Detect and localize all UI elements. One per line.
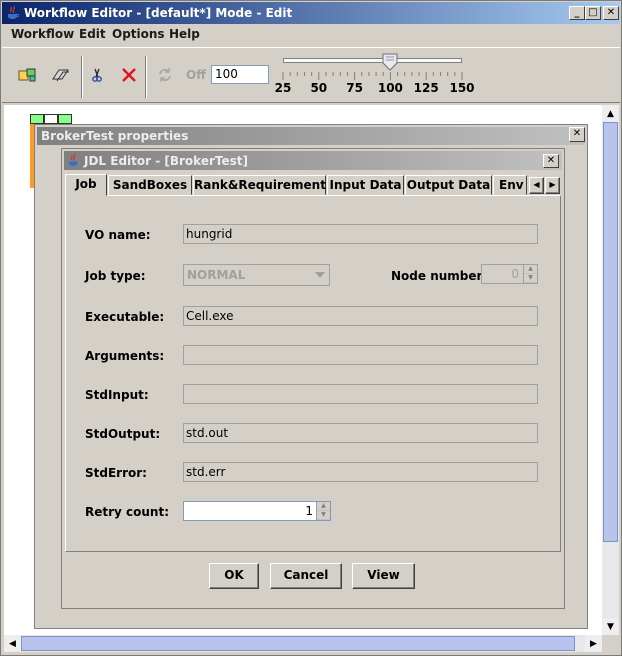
tab-scroll-right[interactable]: ▶ bbox=[545, 177, 560, 194]
slider-thumb[interactable] bbox=[382, 53, 398, 71]
close-button[interactable]: ✕ bbox=[603, 6, 619, 20]
job-type-label: Job type: bbox=[85, 269, 146, 283]
slider-track bbox=[283, 58, 462, 63]
zoom-input[interactable]: 100 bbox=[211, 65, 269, 84]
horizontal-scroll-thumb[interactable] bbox=[21, 636, 575, 651]
delete-icon bbox=[122, 68, 136, 82]
slider-tick-label: 25 bbox=[274, 81, 292, 95]
arguments-field[interactable] bbox=[183, 345, 538, 365]
tab-input-data[interactable]: Input Data bbox=[327, 175, 404, 195]
scroll-down-button[interactable]: ▼ bbox=[602, 618, 619, 635]
vertical-scrollbar[interactable]: ▲ ▼ bbox=[602, 105, 619, 635]
stdoutput-label: StdOutput: bbox=[85, 427, 161, 441]
window-title: Workflow Editor - [default*] Mode - Edit bbox=[24, 6, 293, 20]
horizontal-scrollbar[interactable]: ◀ ▶ bbox=[4, 635, 602, 652]
job-type-value: NORMAL bbox=[187, 268, 246, 282]
node-port[interactable] bbox=[44, 114, 58, 124]
retry-count-label: Retry count: bbox=[85, 505, 170, 519]
chevron-down-icon bbox=[315, 272, 325, 278]
stdoutput-field[interactable]: std.out bbox=[183, 423, 538, 443]
vo-name-field[interactable]: hungrid bbox=[183, 224, 538, 244]
java-icon bbox=[8, 5, 19, 19]
node-number-label: Node number: bbox=[391, 269, 488, 283]
tab-sandboxes[interactable]: SandBoxes bbox=[108, 175, 192, 195]
node-number-value: 0 bbox=[511, 267, 519, 281]
new-port-button[interactable] bbox=[48, 62, 74, 88]
node-number-spinner[interactable]: ▲ ▼ bbox=[523, 265, 537, 283]
toolbar: Off 100 25 50 75 100 125 150 bbox=[2, 47, 620, 103]
stderror-label: StdError: bbox=[85, 466, 147, 480]
off-label: Off bbox=[186, 68, 206, 82]
retry-count-spinner[interactable]: ▲ ▼ bbox=[316, 502, 330, 520]
scroll-left-button[interactable]: ◀ bbox=[4, 635, 21, 652]
view-button[interactable]: View bbox=[352, 563, 415, 589]
slider-tick-label: 100 bbox=[377, 81, 403, 95]
vertical-scroll-thumb[interactable] bbox=[603, 122, 618, 542]
tab-output-data[interactable]: Output Data bbox=[405, 175, 492, 195]
tab-scroll-left[interactable]: ◀ bbox=[529, 177, 544, 194]
menu-edit[interactable]: Edit bbox=[79, 27, 106, 41]
new-node-icon bbox=[18, 68, 36, 82]
maximize-button[interactable]: □ bbox=[585, 6, 601, 20]
minimize-button[interactable]: _ bbox=[569, 6, 585, 20]
cancel-button[interactable]: Cancel bbox=[270, 563, 342, 589]
retry-count-value: 1 bbox=[305, 504, 313, 518]
job-type-select[interactable]: NORMAL bbox=[183, 264, 330, 286]
slider-tick-label: 50 bbox=[310, 81, 328, 95]
refresh-button[interactable] bbox=[152, 62, 178, 88]
main-window: Workflow Editor - [default*] Mode - Edit… bbox=[0, 0, 622, 656]
node-number-field[interactable]: 0 ▲ ▼ bbox=[481, 264, 538, 284]
scissors-icon bbox=[92, 68, 102, 82]
slider-tick-label: 150 bbox=[449, 81, 475, 95]
menu-options[interactable]: Options bbox=[112, 27, 165, 41]
scroll-up-button[interactable]: ▲ bbox=[602, 105, 619, 122]
stdinput-field[interactable] bbox=[183, 384, 538, 404]
new-node-button[interactable] bbox=[15, 62, 41, 88]
refresh-icon bbox=[159, 68, 171, 82]
scroll-corner bbox=[602, 635, 619, 652]
tab-job[interactable]: Job bbox=[65, 174, 107, 196]
slider-tick-label: 125 bbox=[413, 81, 439, 95]
arguments-label: Arguments: bbox=[85, 349, 165, 363]
properties-frame-title: BrokerTest properties bbox=[41, 129, 189, 143]
port-icon bbox=[52, 69, 69, 82]
job-tab-panel: VO name: hungrid Job type: NORMAL Node n… bbox=[65, 195, 561, 552]
executable-label: Executable: bbox=[85, 310, 165, 324]
properties-frame-title-bar: BrokerTest properties bbox=[37, 127, 585, 145]
title-bar: Workflow Editor - [default*] Mode - Edit… bbox=[2, 2, 620, 24]
jdl-editor-title-bar: JDL Editor - [BrokerTest] bbox=[64, 151, 562, 170]
jdl-editor-title: JDL Editor - [BrokerTest] bbox=[84, 154, 248, 168]
delete-button[interactable] bbox=[116, 62, 142, 88]
node-port[interactable] bbox=[30, 114, 44, 124]
ok-button[interactable]: OK bbox=[209, 563, 259, 589]
properties-close-button[interactable]: ✕ bbox=[569, 127, 585, 142]
retry-count-field[interactable]: 1 ▲ ▼ bbox=[183, 501, 331, 521]
stdinput-label: StdInput: bbox=[85, 388, 149, 402]
tab-rank-requirement[interactable]: Rank&Requirement bbox=[193, 175, 326, 195]
cut-button[interactable] bbox=[84, 62, 110, 88]
menu-workflow[interactable]: Workflow bbox=[11, 27, 74, 41]
vo-name-label: VO name: bbox=[85, 228, 151, 242]
menu-bar: Workflow Edit Options Help bbox=[2, 24, 620, 45]
jdl-editor-dialog: JDL Editor - [BrokerTest] ✕ Job SandBoxe… bbox=[61, 148, 565, 609]
jdl-editor-close-button[interactable]: ✕ bbox=[543, 154, 559, 168]
slider-tick-label: 75 bbox=[346, 81, 363, 95]
tab-env[interactable]: Env bbox=[493, 175, 527, 195]
java-icon bbox=[68, 153, 78, 167]
menu-help[interactable]: Help bbox=[169, 27, 200, 41]
stderror-field[interactable]: std.err bbox=[183, 462, 538, 482]
executable-field[interactable]: Cell.exe bbox=[183, 306, 538, 326]
node-port[interactable] bbox=[58, 114, 72, 124]
scroll-right-button[interactable]: ▶ bbox=[585, 635, 602, 652]
